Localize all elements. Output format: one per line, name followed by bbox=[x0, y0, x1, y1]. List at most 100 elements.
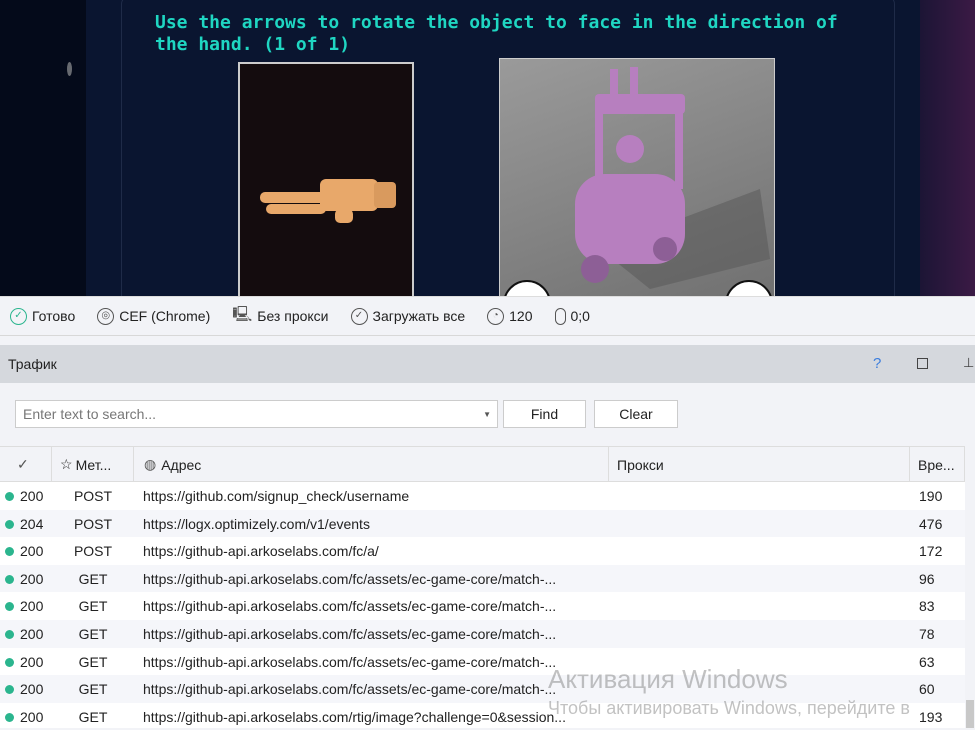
time: 60 bbox=[919, 681, 935, 698]
status-code: 200 bbox=[20, 653, 44, 670]
windows-activation-watermark-text: Чтобы активировать Windows, перейдите в bbox=[548, 698, 910, 718]
status-load-label: Загружать все bbox=[372, 308, 466, 324]
column-proxy[interactable]: Прокси bbox=[609, 447, 910, 482]
find-button[interactable]: Find bbox=[503, 400, 586, 428]
column-address[interactable]: ◍ Адрес bbox=[134, 447, 609, 482]
search-placeholder: Enter text to search... bbox=[23, 406, 157, 422]
status-code: 200 bbox=[20, 488, 44, 504]
column-address-label: Адрес bbox=[161, 456, 202, 473]
status-coords-label: 0;0 bbox=[570, 308, 590, 324]
rotatable-object-image bbox=[499, 58, 775, 296]
status-code: 200 bbox=[20, 543, 44, 560]
status-code: 200 bbox=[20, 681, 44, 698]
method: GET bbox=[78, 681, 108, 698]
check-icon: ✓ bbox=[350, 307, 368, 325]
status-load[interactable]: ✓ Загружать все bbox=[350, 307, 466, 325]
table-row[interactable]: 200 GET https://github-api.arkoselabs.co… bbox=[0, 564, 965, 593]
captcha-prompt: Use the arrows to rotate the object to f… bbox=[155, 12, 838, 55]
status-code: 200 bbox=[20, 625, 44, 642]
status-engine[interactable]: ◎ CEF (Chrome) bbox=[97, 307, 210, 325]
table-header: ✓ ☆ Мет... ◍ Адрес Прокси Вре... bbox=[0, 446, 965, 482]
status-proxy-label: Без прокси bbox=[257, 308, 329, 324]
page-background-left bbox=[0, 0, 86, 296]
help-icon[interactable]: ? bbox=[873, 355, 881, 372]
status-bar: ✓ Готово ◎ CEF (Chrome) 🖳 Без прокси ✓ Загру… bbox=[0, 296, 975, 336]
method: GET bbox=[78, 570, 108, 587]
column-method-label: Мет... bbox=[75, 456, 112, 473]
method: GET bbox=[78, 653, 108, 670]
time: 190 bbox=[919, 488, 943, 504]
column-proxy-label: Прокси bbox=[617, 456, 664, 473]
status-code: 204 bbox=[20, 515, 44, 532]
method: POST bbox=[73, 515, 113, 532]
clear-button[interactable]: Clear bbox=[594, 400, 678, 428]
hand-image bbox=[238, 62, 414, 296]
table-row[interactable]: 200 GET https://github-api.arkoselabs.co… bbox=[0, 619, 965, 648]
scrollbar[interactable] bbox=[965, 482, 975, 728]
status-timeout[interactable]: ◔ 120 bbox=[487, 307, 533, 325]
check-circle-icon: ✓ bbox=[10, 307, 27, 325]
table-row[interactable]: 200 GET https://github-api.arkoselabs.co… bbox=[0, 648, 965, 676]
method: GET bbox=[78, 708, 108, 725]
status-ready-label: Готово bbox=[32, 308, 76, 324]
table-row[interactable]: 200 GET https://github-api.arkoselabs.co… bbox=[0, 592, 965, 620]
status-dot-icon bbox=[5, 602, 14, 612]
star-icon: ☆ bbox=[60, 456, 73, 472]
status-dot-icon bbox=[5, 629, 14, 639]
chevron-down-icon[interactable]: ▼ bbox=[483, 410, 491, 419]
status-dot-icon bbox=[5, 492, 14, 501]
method: POST bbox=[73, 488, 113, 504]
time: 63 bbox=[919, 653, 935, 670]
table-row[interactable]: 200 POST https://github-api.arkoselabs.c… bbox=[0, 537, 965, 565]
table-row[interactable]: 204 POST https://logx.optimizely.com/v1/… bbox=[0, 509, 965, 538]
column-time[interactable]: Вре... bbox=[910, 447, 965, 482]
url: https://github-api.arkoselabs.com/fc/ass… bbox=[143, 625, 557, 642]
status-timeout-label: 120 bbox=[509, 308, 533, 324]
time: 96 bbox=[919, 570, 935, 587]
time: 78 bbox=[919, 625, 935, 642]
status-ready: ✓ Готово bbox=[10, 307, 76, 325]
mouse-icon bbox=[554, 307, 566, 325]
time: 193 bbox=[919, 708, 943, 725]
search-input[interactable]: Enter text to search... ▼ bbox=[15, 400, 498, 428]
status-proxy[interactable]: 🖳 Без прокси bbox=[232, 304, 328, 329]
method: POST bbox=[73, 543, 113, 560]
globe-icon: ◍ bbox=[144, 456, 157, 472]
column-method[interactable]: ☆ Мет... bbox=[52, 447, 134, 482]
time: 172 bbox=[919, 543, 943, 560]
url: https://github-api.arkoselabs.com/fc/ass… bbox=[143, 653, 557, 670]
windows-activation-watermark-title: Активация Windows bbox=[548, 664, 788, 694]
status-coords: 0;0 bbox=[554, 307, 590, 325]
page-background-right bbox=[920, 0, 975, 296]
decorative-dot bbox=[67, 62, 72, 76]
status-dot-icon bbox=[5, 712, 14, 722]
status-dot-icon bbox=[5, 519, 14, 529]
status-dot-icon bbox=[5, 657, 14, 667]
url: https://github-api.arkoselabs.com/fc/ass… bbox=[143, 598, 557, 615]
column-time-label: Вре... bbox=[918, 456, 955, 473]
method: GET bbox=[78, 625, 108, 642]
status-code: 200 bbox=[20, 570, 44, 587]
status-dot-icon bbox=[5, 685, 14, 695]
chrome-icon: ◎ bbox=[97, 307, 115, 325]
status-dot-icon bbox=[5, 574, 14, 584]
traffic-table-body: 200 POST https://github.com/signup_check… bbox=[0, 482, 965, 728]
select-all-check-icon[interactable]: ✓ bbox=[0, 447, 52, 482]
method: GET bbox=[78, 598, 108, 615]
status-code: 200 bbox=[20, 708, 44, 725]
network-icon: 🖳 bbox=[232, 305, 253, 323]
time: 83 bbox=[919, 598, 935, 615]
status-dot-icon bbox=[5, 547, 14, 557]
clock-icon: ◔ bbox=[487, 307, 505, 325]
pin-icon[interactable]: ⊥ bbox=[963, 355, 974, 371]
url: https://github-api.arkoselabs.com/rtig/i… bbox=[143, 708, 566, 725]
url: https://github-api.arkoselabs.com/fc/a/ bbox=[143, 543, 379, 560]
status-code: 200 bbox=[20, 598, 44, 615]
maximize-icon[interactable] bbox=[917, 358, 928, 369]
traffic-panel-header: Трафик ? ⊥ bbox=[0, 345, 975, 383]
scrollbar-thumb[interactable] bbox=[966, 700, 974, 728]
table-row[interactable]: 200 POST https://github.com/signup_check… bbox=[0, 482, 965, 510]
time: 476 bbox=[919, 515, 943, 532]
url: https://github.com/signup_check/username bbox=[143, 488, 410, 504]
url: https://logx.optimizely.com/v1/events bbox=[143, 515, 370, 532]
